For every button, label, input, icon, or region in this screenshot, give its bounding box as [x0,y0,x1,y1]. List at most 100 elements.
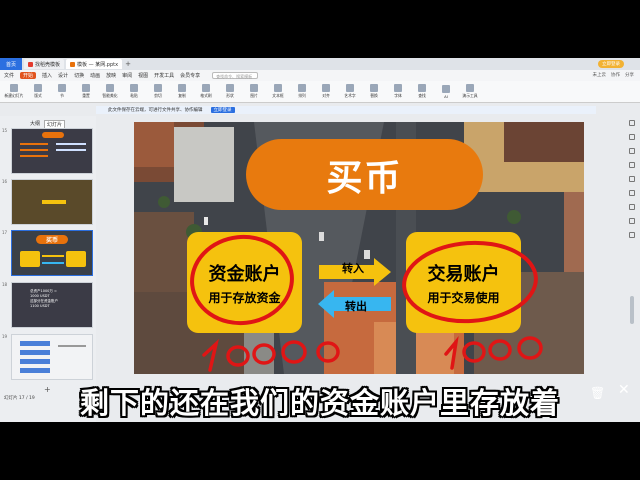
layer-icon[interactable] [629,176,635,182]
ribbon-button[interactable]: 艺术字 [340,84,360,99]
trash-icon[interactable]: 🗑 [590,386,605,400]
tab-templates[interactable]: 找稻壳模板 [24,59,65,69]
cloud-status[interactable]: 未上云 [593,72,607,78]
trading-account-name: 交易账户 [427,263,500,285]
ribbon-button[interactable]: 粘贴 [124,84,144,99]
menu-insert[interactable]: 插入 [42,72,52,79]
menu-view[interactable]: 视图 [138,72,148,79]
ribbon-icon [274,84,282,92]
thumb-arrow [42,255,64,257]
tab-label: 模板 — 某网.pptx [77,61,119,68]
menu-design[interactable]: 设计 [58,72,68,79]
ribbon-label: 版式 [34,93,42,98]
history-icon[interactable] [629,204,635,210]
collaborate-button[interactable]: 协作 [611,72,620,78]
thumb-line [42,200,66,204]
menu-member[interactable]: 会员专享 [180,72,200,79]
command-search-input[interactable]: 查找命令、搜索模板 [212,72,259,79]
notice-login-button[interactable]: 立即登录 [210,107,235,113]
slide-title[interactable]: 买币 [246,139,483,210]
thumb-pill [42,132,64,138]
ribbon-icon [10,84,18,92]
ribbon-button[interactable]: 图片 [244,84,264,99]
ribbon-icon [346,84,354,92]
slide-canvas[interactable]: 买币 资金账户 用于存放资金 交易账户 用于交易使用 转入 转出 [134,122,584,374]
ribbon-icon [154,84,162,92]
ribbon-button[interactable]: 对齐 [316,84,336,99]
property-icon[interactable] [629,120,635,126]
slide-thumbnail[interactable] [11,128,93,174]
ribbon-button[interactable]: 剪切 [148,84,168,99]
tab-label: 找稻壳模板 [35,61,61,68]
ribbon-button[interactable]: 文本框 [268,84,288,99]
slide-thumbnail[interactable] [11,179,93,225]
menu-file[interactable]: 文件 [4,72,14,79]
ribbon-icon [442,84,450,93]
tab-document[interactable]: 模板 — 某网.pptx [66,59,123,69]
ribbon-button[interactable]: 新建幻灯片 [4,84,24,99]
ribbon-label: 节 [60,93,64,98]
ribbon-label: 粘贴 [130,93,138,98]
ribbon-button[interactable]: 复制 [172,84,192,99]
share-button[interactable]: 分享 [625,72,634,78]
login-button[interactable]: 立即登录 [598,60,624,68]
ribbon-button[interactable]: 节 [52,84,72,99]
pptx-icon [70,61,76,67]
ribbon-icon [106,84,114,92]
slide-thumbnail[interactable] [11,334,93,380]
ribbon-button[interactable]: 演示工具 [460,84,480,99]
menu-slideshow[interactable]: 放映 [106,72,116,79]
ribbon-button[interactable]: 查找 [412,84,432,99]
menu-transition[interactable]: 切换 [74,72,84,79]
thumb-line [20,359,50,364]
menu-bar: 文件 开始 插入 设计 切换 动画 放映 审阅 视图 开发工具 会员专享 查找命… [0,70,640,81]
ribbon-label: 重置 [82,93,90,98]
backup-icon[interactable] [629,218,635,224]
slide-number: 19 [2,334,8,339]
ribbon-label: 新建幻灯片 [4,93,24,98]
menu-animation[interactable]: 动画 [90,72,100,79]
ribbon-button[interactable]: 形状 [220,84,240,99]
ribbon-button[interactable]: 重置 [76,84,96,99]
ribbon-icon [34,84,42,92]
menu-home[interactable]: 开始 [20,72,37,79]
menu-review[interactable]: 审阅 [122,72,132,79]
thumb-line [20,341,50,346]
ribbon-icon [322,84,330,92]
ribbon-button[interactable]: 版式 [28,84,48,99]
ribbon-button[interactable]: 智能美化 [100,84,120,99]
ribbon-label: 文本框 [272,93,284,98]
thumb-line [20,149,48,151]
funding-account-desc: 用于存放资金 [208,290,281,305]
presentation-app: 首页 找稻壳模板 模板 — 某网.pptx + 立即登录 文件 开始 插入 设计… [0,58,640,422]
slide-number: 18 [2,282,8,287]
vertical-scrollbar[interactable] [630,296,634,324]
ribbon-button[interactable]: AI [436,84,456,99]
thumb-line [56,143,86,145]
home-tab[interactable]: 首页 [0,58,22,70]
menu-developer[interactable]: 开发工具 [154,72,174,79]
ribbon-button[interactable]: 字体 [388,84,408,99]
slide-thumbnail[interactable]: 总资产1000万 = 1000 USDT 这部分在资金账户 1100 USDT [11,282,93,328]
video-subtitle: 剩下的还在我们的资金账户里存放着 [79,386,560,420]
comment-icon[interactable] [629,190,635,196]
funding-account-name: 资金账户 [208,263,281,285]
thumb-line [56,149,86,151]
funding-account-box[interactable]: 资金账户 用于存放资金 [187,232,302,333]
ribbon-button[interactable]: 替换 [364,84,384,99]
format-icon[interactable] [629,134,635,140]
cloud-notice: 此文件保存在云端，可进行文件共享、协作编辑 立即登录 [96,106,596,114]
shape-icon[interactable] [629,162,635,168]
slide-thumbnail-selected[interactable]: 买币 [11,230,93,276]
animation-icon[interactable] [629,148,635,154]
thumb-box [66,251,86,267]
slide-thumbnail-panel: 大纲 幻灯片 15 16 17 买币 18 总资产1000万 = 1000 US… [0,116,96,422]
close-icon[interactable]: ✕ [618,382,630,398]
ribbon-button[interactable]: 排列 [292,84,312,99]
ribbon-button[interactable]: 格式刷 [196,84,216,99]
trading-account-box[interactable]: 交易账户 用于交易使用 [406,232,521,333]
ribbon-icon [370,84,378,92]
settings-icon[interactable] [629,232,635,238]
ribbon-icon [202,84,210,92]
new-tab-icon[interactable]: + [125,60,131,68]
